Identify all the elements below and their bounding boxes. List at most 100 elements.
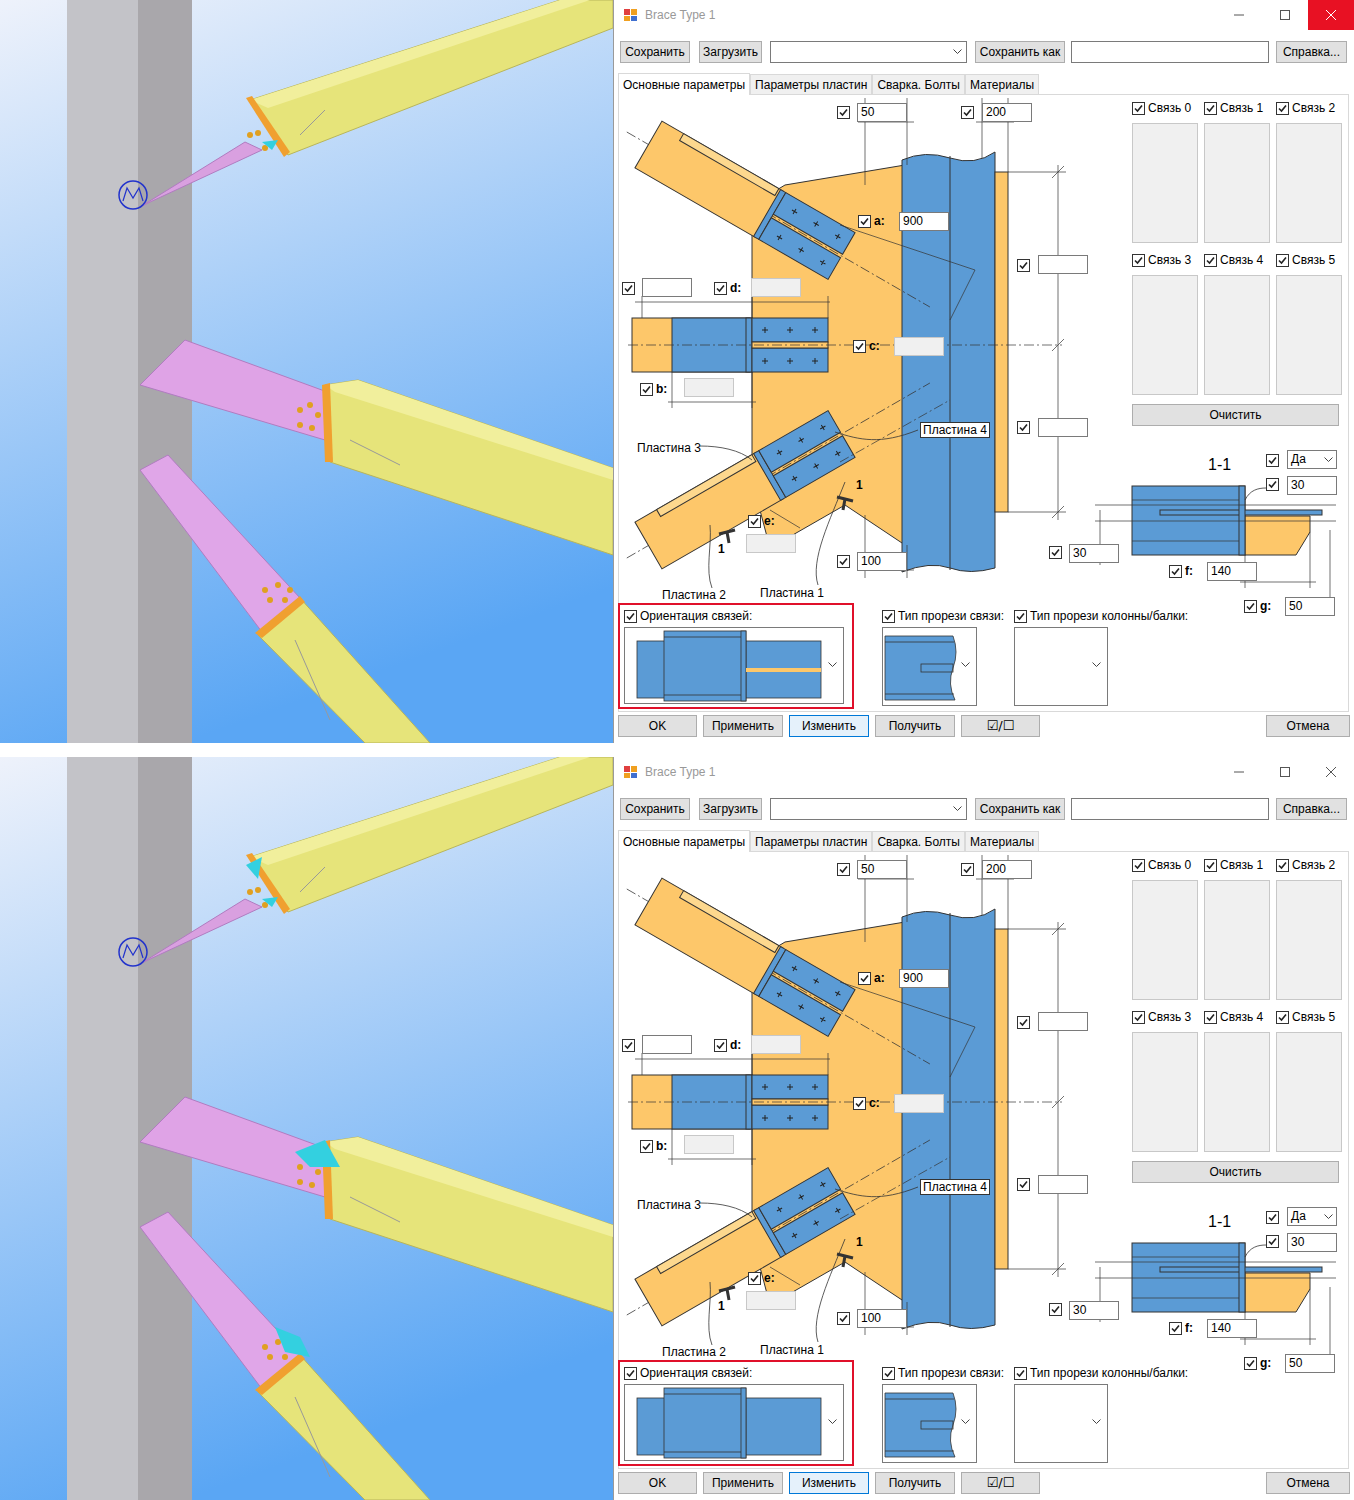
dialog-button[interactable]: Применить — [703, 715, 783, 737]
checkbox[interactable] — [624, 1367, 637, 1380]
link-preview[interactable] — [1276, 123, 1342, 243]
field-input[interactable] — [1038, 1012, 1088, 1031]
field-dropdown[interactable]: Да — [1287, 450, 1337, 469]
checkbox[interactable] — [1204, 1011, 1217, 1024]
checkbox[interactable] — [1204, 102, 1217, 115]
dialog-button[interactable]: Получить — [875, 715, 955, 737]
load-button[interactable]: Загрузить — [699, 41, 762, 63]
checkbox[interactable] — [714, 1039, 727, 1052]
maximize-button[interactable] — [1262, 0, 1308, 30]
checkbox[interactable] — [1276, 254, 1289, 267]
model-viewport[interactable] — [0, 0, 613, 743]
orientation-dropdown[interactable] — [624, 627, 844, 704]
dialog-button[interactable]: OK — [618, 1472, 697, 1494]
checkbox[interactable] — [1017, 1016, 1030, 1029]
checkbox[interactable] — [1204, 859, 1217, 872]
field-input[interactable] — [894, 1094, 944, 1113]
field-input[interactable]: 50 — [857, 860, 907, 879]
dialog-button[interactable]: OK — [618, 715, 697, 737]
checkbox[interactable] — [882, 610, 895, 623]
minimize-button[interactable] — [1216, 0, 1262, 30]
checkbox[interactable] — [853, 340, 866, 353]
checkbox[interactable] — [1169, 565, 1182, 578]
save-as-name-input[interactable] — [1071, 798, 1269, 820]
model-viewport[interactable] — [0, 757, 613, 1500]
checkbox[interactable] — [624, 610, 637, 623]
link-preview[interactable] — [1276, 880, 1342, 1000]
checkbox[interactable] — [1244, 600, 1257, 613]
load-button[interactable]: Загрузить — [699, 798, 762, 820]
checkbox[interactable] — [1266, 478, 1279, 491]
link-preview[interactable] — [1132, 123, 1198, 243]
column-slot-dropdown[interactable] — [1014, 1384, 1108, 1463]
checkbox[interactable] — [1266, 454, 1279, 467]
field-input[interactable] — [684, 378, 734, 397]
field-input[interactable] — [894, 337, 944, 356]
checkbox[interactable] — [1049, 1303, 1062, 1316]
tab[interactable]: Материалы — [965, 74, 1039, 94]
dialog-button[interactable]: Отмена — [1266, 715, 1350, 737]
field-input[interactable]: 30 — [1069, 544, 1119, 563]
field-dropdown[interactable]: Да — [1287, 1207, 1337, 1226]
dialog-button[interactable]: Применить — [703, 1472, 783, 1494]
save-as-name-input[interactable] — [1071, 41, 1269, 63]
tab[interactable]: Материалы — [965, 831, 1039, 851]
field-input[interactable] — [1038, 1175, 1088, 1194]
checkbox[interactable] — [1014, 610, 1027, 623]
link-preview[interactable] — [1276, 275, 1342, 395]
field-input[interactable] — [746, 1291, 796, 1310]
link-preview[interactable] — [1204, 123, 1270, 243]
field-input[interactable]: 900 — [899, 212, 949, 231]
link-preview[interactable] — [1204, 275, 1270, 395]
checkbox[interactable] — [1132, 859, 1145, 872]
dialog-button[interactable]: Изменить — [789, 715, 869, 737]
checkbox[interactable] — [1266, 1211, 1279, 1224]
link-preview[interactable] — [1132, 1032, 1198, 1152]
checkbox[interactable] — [714, 282, 727, 295]
checkbox[interactable] — [837, 555, 850, 568]
tab[interactable]: Сварка. Болты — [872, 74, 965, 94]
checkbox[interactable] — [622, 282, 635, 295]
link-preview[interactable] — [1132, 880, 1198, 1000]
column-slot-dropdown[interactable] — [1014, 627, 1108, 706]
clear-button[interactable]: Очистить — [1132, 404, 1339, 426]
orientation-dropdown[interactable] — [624, 1384, 844, 1461]
link-preview[interactable] — [1276, 1032, 1342, 1152]
field-input[interactable]: 50 — [857, 103, 907, 122]
checkbox[interactable] — [837, 1312, 850, 1325]
save-as-button[interactable]: Сохранить как — [975, 798, 1065, 820]
field-input[interactable]: 200 — [982, 103, 1032, 122]
help-button[interactable]: Справка... — [1276, 798, 1347, 820]
help-button[interactable]: Справка... — [1276, 41, 1347, 63]
checkbox[interactable] — [1276, 1011, 1289, 1024]
toggle-all-button[interactable]: ☑/☐ — [961, 715, 1040, 737]
field-input[interactable] — [1038, 418, 1088, 437]
checkbox[interactable] — [1266, 1235, 1279, 1248]
field-input[interactable]: 200 — [982, 860, 1032, 879]
preset-combo[interactable] — [770, 798, 967, 820]
field-input[interactable] — [751, 278, 801, 297]
tab[interactable]: Параметры пластин — [750, 74, 872, 94]
checkbox[interactable] — [1169, 1322, 1182, 1335]
preset-combo[interactable] — [770, 41, 967, 63]
dialog-button[interactable]: Отмена — [1266, 1472, 1350, 1494]
field-input[interactable] — [684, 1135, 734, 1154]
close-button[interactable] — [1308, 0, 1354, 30]
field-input[interactable]: 900 — [899, 969, 949, 988]
checkbox[interactable] — [858, 215, 871, 228]
dialog-button[interactable]: Получить — [875, 1472, 955, 1494]
save-button[interactable]: Сохранить — [620, 41, 690, 63]
checkbox[interactable] — [837, 863, 850, 876]
checkbox[interactable] — [622, 1039, 635, 1052]
field-input[interactable]: 140 — [1207, 1319, 1257, 1338]
field-input[interactable]: 30 — [1287, 476, 1337, 495]
checkbox[interactable] — [882, 1367, 895, 1380]
checkbox[interactable] — [640, 1140, 653, 1153]
checkbox[interactable] — [748, 515, 761, 528]
field-input[interactable] — [751, 1035, 801, 1054]
save-as-button[interactable]: Сохранить как — [975, 41, 1065, 63]
dialog-button[interactable]: Изменить — [789, 1472, 869, 1494]
clear-button[interactable]: Очистить — [1132, 1161, 1339, 1183]
save-button[interactable]: Сохранить — [620, 798, 690, 820]
checkbox[interactable] — [1132, 254, 1145, 267]
